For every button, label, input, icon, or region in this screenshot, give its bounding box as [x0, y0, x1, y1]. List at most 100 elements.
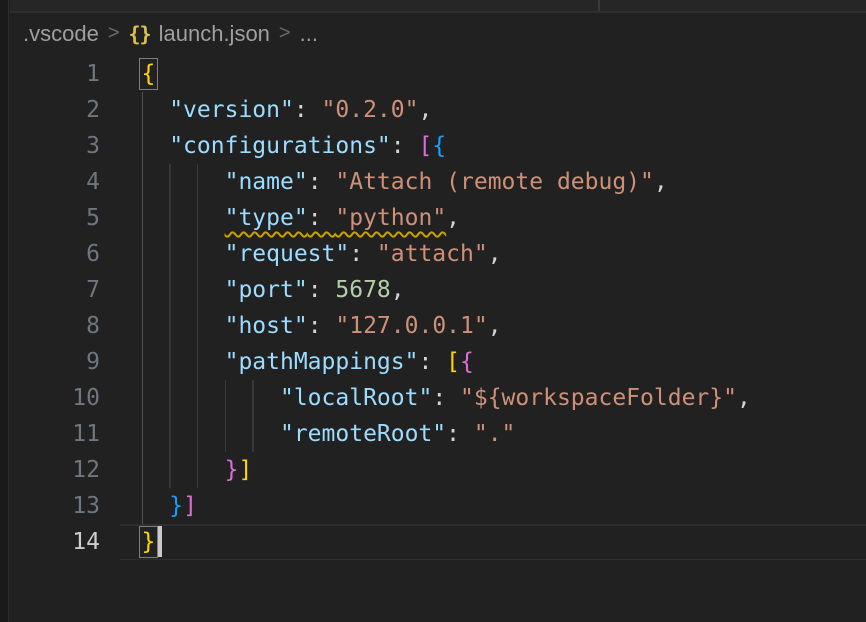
- code-line-text: "version": "0.2.0",: [120, 92, 866, 128]
- line-number: 6: [10, 236, 100, 272]
- code-token: [142, 205, 225, 231]
- code-token: ]: [183, 493, 197, 519]
- code-line-text: "type": "python",: [120, 200, 866, 236]
- code-token: ,: [488, 313, 502, 339]
- tab-bar: [10, 0, 866, 13]
- code-line-text: }]: [120, 452, 866, 488]
- code-token: "python": [335, 205, 446, 231]
- vscode-window: .vscode > {} launch.json > ... 1{2 "vers…: [0, 0, 866, 622]
- code-token: 5678: [335, 277, 390, 303]
- code-line[interactable]: 10 "localRoot": "${workspaceFolder}",: [10, 380, 866, 416]
- code-token: [142, 241, 225, 267]
- code-token: "configurations": [169, 133, 391, 159]
- code-line-text: "localRoot": "${workspaceFolder}",: [120, 380, 866, 416]
- code-token: :: [418, 349, 446, 375]
- code-token: :: [308, 205, 336, 231]
- code-token: :: [446, 421, 474, 447]
- breadcrumb: .vscode > {} launch.json > ...: [10, 13, 866, 55]
- matched-bracket: }: [142, 529, 156, 555]
- code-token: [142, 97, 170, 123]
- code-token: ,: [737, 385, 751, 411]
- code-token: "request": [225, 241, 350, 267]
- line-number: 10: [10, 380, 100, 416]
- line-number: 5: [10, 200, 100, 236]
- code-token: :: [432, 385, 460, 411]
- code-token: ]: [238, 457, 252, 483]
- indent-guide: [142, 92, 144, 524]
- code-line-text: "remoteRoot": ".": [120, 416, 866, 452]
- code-token: [142, 457, 225, 483]
- code-line[interactable]: 11 "remoteRoot": ".": [10, 416, 866, 452]
- breadcrumb-folder[interactable]: .vscode: [23, 21, 99, 47]
- code-token: [142, 385, 280, 411]
- code-editor[interactable]: 1{2 "version": "0.2.0",3 "configurations…: [10, 56, 866, 622]
- indent-guide: [225, 380, 227, 452]
- line-number: 4: [10, 164, 100, 200]
- code-line[interactable]: 9 "pathMappings": [{: [10, 344, 866, 380]
- code-line-text: "request": "attach",: [120, 236, 866, 272]
- code-line[interactable]: 3 "configurations": [{: [10, 128, 866, 164]
- code-line[interactable]: 7 "port": 5678,: [10, 272, 866, 308]
- code-line[interactable]: 13 }]: [10, 488, 866, 524]
- code-token: "attach": [377, 241, 488, 267]
- indent-guide: [252, 380, 254, 452]
- code-token: "pathMappings": [225, 349, 419, 375]
- breadcrumb-file[interactable]: launch.json: [159, 21, 270, 47]
- code-line-text: "name": "Attach (remote debug)",: [120, 164, 866, 200]
- code-token: "localRoot": [280, 385, 432, 411]
- code-token: ".": [474, 421, 516, 447]
- code-token: [142, 349, 225, 375]
- line-number: 8: [10, 308, 100, 344]
- code-line[interactable]: 5 "type": "python",: [10, 200, 866, 236]
- code-line[interactable]: 2 "version": "0.2.0",: [10, 92, 866, 128]
- code-line-text: }: [120, 524, 866, 560]
- code-line[interactable]: 6 "request": "attach",: [10, 236, 866, 272]
- code-line-text: "configurations": [{: [120, 128, 866, 164]
- code-line-text: "port": 5678,: [120, 272, 866, 308]
- code-token: [: [446, 349, 460, 375]
- line-number: 7: [10, 272, 100, 308]
- code-line-text: "pathMappings": [{: [120, 344, 866, 380]
- code-token: :: [391, 133, 419, 159]
- current-line-border: [120, 559, 866, 561]
- line-number: 13: [10, 488, 100, 524]
- code-token: "type": [225, 205, 308, 231]
- code-token: ,: [654, 169, 668, 195]
- code-token: ,: [446, 205, 460, 231]
- code-lines: 1{2 "version": "0.2.0",3 "configurations…: [10, 56, 866, 560]
- breadcrumb-symbol-ellipsis[interactable]: ...: [300, 21, 318, 47]
- line-number: 9: [10, 344, 100, 380]
- code-line-text: {: [120, 56, 866, 92]
- warning-squiggle: "type": "python": [225, 205, 447, 231]
- indent-guide: [197, 164, 199, 488]
- indent-guide: [169, 164, 171, 488]
- code-line[interactable]: 4 "name": "Attach (remote debug)",: [10, 164, 866, 200]
- code-token: [: [418, 133, 432, 159]
- line-number: 11: [10, 416, 100, 452]
- code-token: :: [308, 169, 336, 195]
- code-line-text: "host": "127.0.0.1",: [120, 308, 866, 344]
- code-token: ,: [488, 241, 502, 267]
- code-line[interactable]: 12 }]: [10, 452, 866, 488]
- code-token: [142, 133, 170, 159]
- code-token: [142, 493, 170, 519]
- code-token: "port": [225, 277, 308, 303]
- chevron-right-icon: >: [108, 22, 120, 45]
- code-token: "Attach (remote debug)": [335, 169, 654, 195]
- code-token: :: [308, 313, 336, 339]
- code-line[interactable]: 14}: [10, 524, 866, 560]
- sidebar-edge: [0, 0, 9, 622]
- code-token: [142, 277, 225, 303]
- code-token: ,: [391, 277, 405, 303]
- line-number: 12: [10, 452, 100, 488]
- code-token: {: [432, 133, 446, 159]
- code-line[interactable]: 1{: [10, 56, 866, 92]
- current-line-border: [120, 524, 866, 526]
- code-line[interactable]: 8 "host": "127.0.0.1",: [10, 308, 866, 344]
- line-number: 2: [10, 92, 100, 128]
- code-token: }: [169, 493, 183, 519]
- code-token: ,: [418, 97, 432, 123]
- code-token: :: [308, 277, 336, 303]
- line-number: 14: [10, 524, 100, 560]
- code-token: "version": [169, 97, 294, 123]
